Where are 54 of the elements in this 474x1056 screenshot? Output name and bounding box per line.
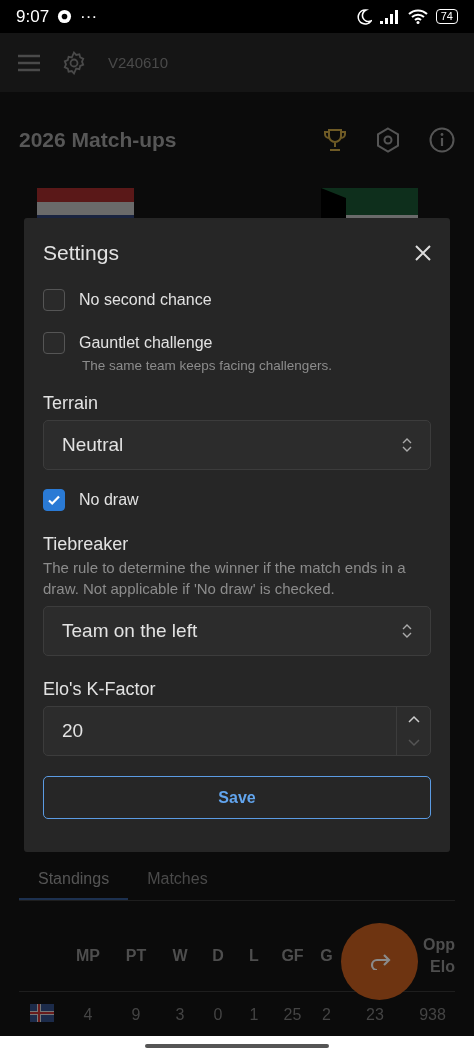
close-icon[interactable] xyxy=(415,245,431,261)
column-header: PT xyxy=(112,921,160,992)
checkbox[interactable] xyxy=(43,489,65,511)
table-cell: 3 xyxy=(160,991,200,1038)
column-header: D xyxy=(200,921,236,992)
settings-icon[interactable] xyxy=(62,50,86,75)
menu-icon[interactable] xyxy=(18,53,40,72)
moon-icon xyxy=(355,8,372,25)
table-cell: 938 xyxy=(410,991,455,1038)
field-label: Elo's K-Factor xyxy=(43,679,157,700)
up-down-icon xyxy=(402,623,412,639)
wifi-icon xyxy=(407,9,428,24)
column-header: GF xyxy=(272,921,313,992)
table-cell: 0 xyxy=(200,991,236,1038)
flag-icon xyxy=(37,188,134,218)
table-cell: 25 xyxy=(272,991,313,1038)
checkbox[interactable] xyxy=(43,289,65,311)
flag-icon xyxy=(29,1004,54,1022)
decrement-icon[interactable] xyxy=(407,739,420,747)
trophy-icon[interactable] xyxy=(323,128,347,152)
column-header: MP xyxy=(64,921,112,992)
dialog-title: Settings xyxy=(43,241,119,265)
table-cell: 1 xyxy=(236,991,272,1038)
battery-level: 74 xyxy=(435,9,458,24)
up-down-icon xyxy=(402,437,412,453)
checkbox-label: No draw xyxy=(79,491,139,509)
checkbox[interactable] xyxy=(43,332,65,354)
hint-text: The same team keeps facing challengers. xyxy=(82,358,333,373)
table-cell: 23 xyxy=(340,991,410,1038)
info-icon[interactable] xyxy=(429,127,455,153)
column-header: G xyxy=(313,921,340,992)
number-field[interactable]: 20 xyxy=(43,706,431,756)
table-cell: 4 xyxy=(64,991,112,1038)
redo-arrow-icon xyxy=(368,953,391,970)
tiebreaker-select[interactable]: Team on the left xyxy=(43,606,431,656)
browser-icon xyxy=(57,9,73,24)
page-title: 2026 Match-ups xyxy=(19,128,178,152)
save-button[interactable]: Save xyxy=(43,776,431,819)
more-notifications: ··· xyxy=(80,6,98,27)
table-cell: 9 xyxy=(112,991,160,1038)
column-header: L xyxy=(236,921,272,992)
increment-icon[interactable] xyxy=(407,715,420,723)
column-header: W xyxy=(160,921,200,992)
terrain-select[interactable]: Neutral xyxy=(43,420,431,470)
table-cell: 2 xyxy=(313,991,340,1038)
field-label: Terrain xyxy=(43,393,100,414)
checkbox-label: No second chance xyxy=(79,291,212,309)
hexagon-icon[interactable] xyxy=(375,127,401,153)
checkbox-label: Gauntlet challenge xyxy=(79,334,213,352)
description-text: The rule to determine the winner if the match ends in a draw. Not applicable if 'No draw' is checked. xyxy=(43,558,407,599)
signal-icon xyxy=(379,9,400,24)
clock: 9:07 xyxy=(16,6,50,27)
flag-icon xyxy=(321,188,418,218)
field-label: Tiebreaker xyxy=(43,534,130,555)
